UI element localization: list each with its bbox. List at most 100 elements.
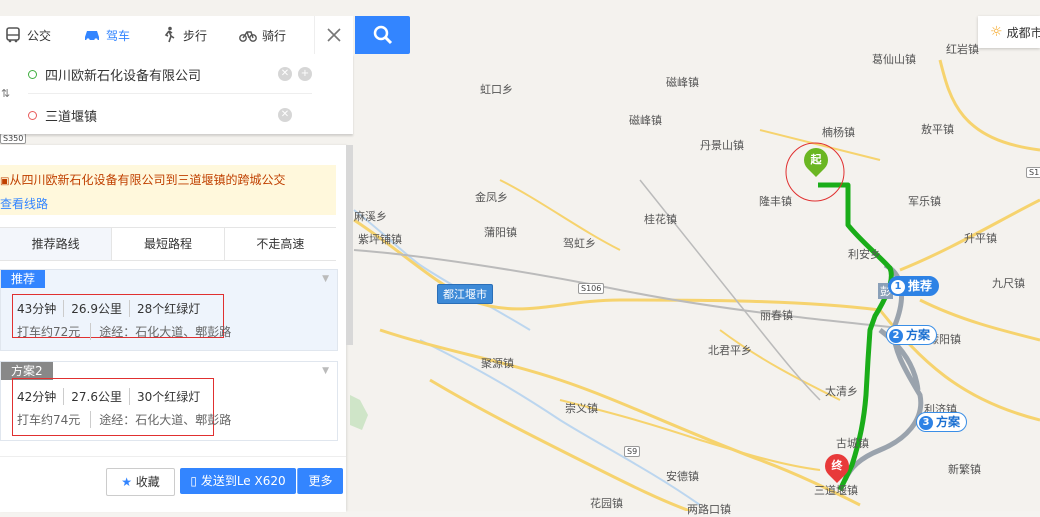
place-label: 安德镇 [666,470,699,483]
add-waypoint-button[interactable]: + [298,67,312,81]
plan-via: 途经：石化大道、郫彭路 [90,323,231,340]
walk-icon [164,26,175,43]
place-label: 楠杨镇 [822,126,855,139]
mode-bike[interactable]: 骑行 [221,16,300,54]
route-number: 3 [919,415,933,430]
start-field[interactable]: 四川欧新石化设备有限公司 ✕ + [28,55,312,94]
plan-distance: 27.6公里 [63,388,122,405]
route-results-panel: ▣从四川欧新石化设备有限公司到三道堰镇的跨城公交 查看线路 推荐路线 最短路程 … [0,145,346,512]
favorite-button[interactable]: ★ 收藏 [106,468,175,496]
mode-label: 驾车 [106,28,131,43]
end-pin-text: 终 [831,459,843,472]
start-pin-icon[interactable]: 起 [799,143,833,177]
route-number: 1 [891,279,905,294]
route-inputs: ⇅ 四川欧新石化设备有限公司 ✕ + 三道堰镇 ✕ [0,54,353,134]
route-label-plan2[interactable]: 2 方案 [886,325,938,345]
caret-down-icon[interactable]: ▼ [322,274,329,284]
end-field[interactable]: 三道堰镇 ✕ [28,96,312,134]
place-label: 麻溪乡 [354,210,387,223]
start-value[interactable]: 四川欧新石化设备有限公司 [45,65,201,84]
bike-icon [239,31,257,42]
city-label[interactable]: 都江堰市 [437,284,493,304]
plan-sub: 打车约72元 途经：石化大道、郫彭路 [17,323,231,340]
travel-mode-bar: 公交 驾车 步行 骑行 [0,16,353,55]
swap-icon[interactable]: ⇅ [1,86,13,102]
place-label: 丹景山镇 [700,139,744,152]
mode-label: 公交 [27,28,52,43]
search-button[interactable] [355,16,410,54]
place-label: 虹口乡 [480,83,513,96]
road-shield: S350 [0,133,27,144]
end-pin-icon[interactable]: 终 [820,449,854,483]
route-label-text: 方案 [906,328,931,342]
road-shield: S106 [578,283,605,294]
car-icon [85,31,100,42]
tab-no-highway[interactable]: 不走高速 [225,228,336,260]
plan-taxi: 打车约74元 [17,413,81,427]
place-label: 新繁镇 [948,463,981,476]
close-button[interactable] [314,16,353,54]
panel-scrollbar[interactable] [346,145,353,345]
route-tabs: 推荐路线 最短路程 不走高速 [0,227,336,261]
tab-recommended[interactable]: 推荐路线 [0,228,113,260]
view-route-link[interactable]: 查看线路 [0,195,48,212]
plan-sub: 打车约74元 途经：石化大道、郫彭路 [17,411,231,428]
route-label-plan3[interactable]: 3 方案 [916,412,968,432]
phone-icon: ▯ [190,474,197,488]
mode-walk[interactable]: 步行 [144,16,221,54]
send-label: 发送到Le X620 [200,474,286,488]
clear-end-button[interactable]: ✕ [278,108,292,122]
mode-car[interactable]: 驾车 [65,16,144,54]
route-plan-1[interactable]: 推荐 ▼ 43分钟 26.9公里 28个红绿灯 打车约72元 途经：石化大道、郫… [0,269,338,351]
place-label: 聚源镇 [481,357,514,370]
place-label: 驾虹乡 [563,237,596,250]
favorite-label: 收藏 [135,475,160,489]
more-button[interactable]: 更多 [297,468,343,494]
start-pin-text: 起 [810,153,822,166]
place-label: 古城镇 [836,437,869,450]
route-plan-2[interactable]: 方案2 ▼ 42分钟 27.6公里 30个红绿灯 打车约74元 途经：石化大道、… [0,361,338,441]
place-label: 桂花镇 [644,213,677,226]
place-label: 北君平乡 [708,344,752,357]
place-label: 磁峰镇 [666,76,699,89]
plan-lights: 28个红绿灯 [129,300,200,317]
place-label: 利安乡 [848,248,881,261]
route-label-text: 推荐 [908,279,933,293]
bus-icon [6,27,20,43]
place-label: 升平镇 [964,232,997,245]
place-label: 紫坪铺镇 [358,233,402,246]
star-icon: ★ [121,475,132,489]
mode-label: 骑行 [262,28,287,43]
road-shield: S9 [624,446,641,457]
caret-down-icon[interactable]: ▼ [322,366,329,376]
road-shield: S1 [1026,167,1040,178]
place-label: 三道堰镇 [814,484,858,497]
notice-text: 从四川欧新石化设备有限公司到三道堰镇的跨城公交 [9,173,286,187]
place-label: 葛仙山镇 [872,53,916,66]
end-dot-icon [28,110,37,120]
end-value[interactable]: 三道堰镇 [45,106,97,125]
weather-widget[interactable]: ☼ 成都市 [978,16,1040,48]
start-dot-icon [28,69,37,79]
plan-tag: 推荐 [1,270,46,288]
tab-shortest[interactable]: 最短路程 [112,228,225,260]
place-label: 蒲阳镇 [484,226,517,239]
mode-label: 步行 [183,28,208,43]
mode-bus[interactable]: 公交 [0,16,65,54]
close-icon [327,28,341,42]
plan-metrics: 43分钟 26.9公里 28个红绿灯 [17,300,200,317]
sun-icon: ☼ [990,24,1003,40]
clear-start-button[interactable]: ✕ [278,67,292,81]
place-label: 花园镇 [590,497,623,510]
route-label-recommended[interactable]: 1 推荐 [888,276,940,296]
place-label: 两路口镇 [687,503,731,516]
place-label: 红岩镇 [946,43,979,56]
place-label: 隆丰镇 [759,195,792,208]
plan-taxi: 打车约72元 [17,325,81,339]
place-label: 九尺镇 [992,277,1025,290]
weather-city: 成都市 [1006,25,1040,40]
place-label: 崇义镇 [565,402,598,415]
send-to-phone-button[interactable]: ▯ 发送到Le X620 [180,468,296,494]
plan-via: 途经：石化大道、郫彭路 [90,411,231,428]
notice-text-row: ▣从四川欧新石化设备有限公司到三道堰镇的跨城公交 [0,171,285,188]
